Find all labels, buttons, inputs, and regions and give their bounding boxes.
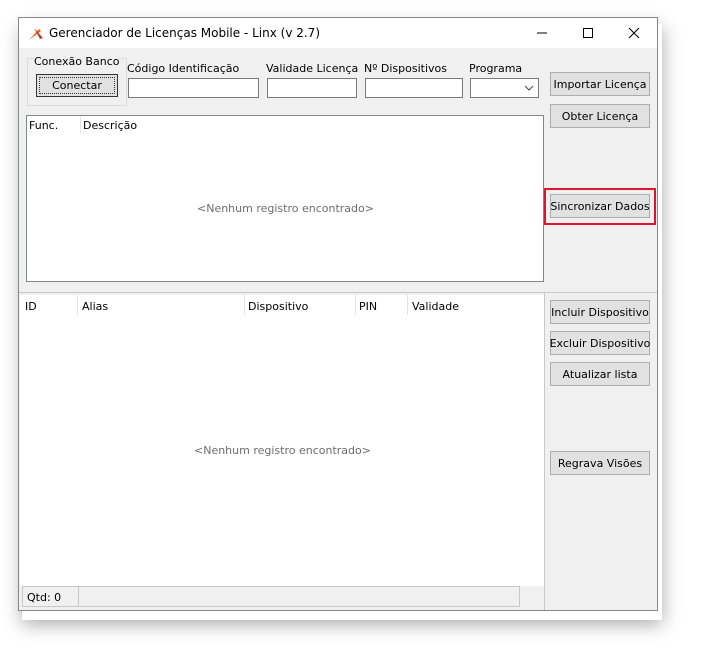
validade-input[interactable]	[267, 78, 357, 98]
excluir-dispositivo-button[interactable]: Excluir Dispositivo	[550, 331, 650, 355]
maximize-icon	[583, 28, 593, 38]
empty-message: <Nenhum registro encontrado>	[197, 202, 374, 215]
chevron-down-icon	[524, 85, 534, 91]
column-header: Func.	[29, 119, 59, 132]
minimize-button[interactable]	[519, 18, 565, 48]
dispositivos-input[interactable]	[365, 78, 463, 98]
codigo-label: Código Identificação	[127, 62, 240, 75]
validade-label: Validade Licença	[266, 62, 359, 75]
column-header: Validade	[412, 300, 459, 313]
splitter	[19, 292, 657, 293]
status-bar: Qtd: 0	[22, 586, 520, 607]
close-icon	[628, 27, 640, 39]
linx-logo-icon	[29, 28, 43, 40]
empty-message: <Nenhum registro encontrado>	[194, 444, 371, 457]
title-bar: Gerenciador de Licenças Mobile - Linx (v…	[19, 18, 657, 48]
column-header: ID	[25, 300, 37, 313]
column-header: Dispositivo	[248, 300, 309, 313]
vertical-divider	[544, 292, 545, 610]
connect-button[interactable]: Conectar	[36, 74, 118, 97]
maximize-button[interactable]	[565, 18, 611, 48]
sincronizar-dados-button[interactable]: Sincronizar Dados	[550, 194, 650, 218]
grid-header: Func. Descrição	[27, 116, 543, 134]
connection-group-label: Conexão Banco	[34, 55, 120, 68]
programa-label: Programa	[469, 62, 523, 75]
column-header: PIN	[359, 300, 378, 313]
minimize-icon	[537, 32, 547, 34]
count-label: Qtd: 0	[27, 591, 62, 604]
codigo-input[interactable]	[128, 78, 259, 98]
importar-licenca-button[interactable]: Importar Licença	[550, 72, 650, 96]
close-button[interactable]	[611, 18, 657, 48]
functions-grid[interactable]: Func. Descrição <Nenhum registro encontr…	[26, 115, 544, 282]
incluir-dispositivo-button[interactable]: Incluir Dispositivo	[550, 300, 650, 324]
dispositivos-label: Nº Dispositivos	[364, 62, 448, 75]
regrava-visoes-button[interactable]: Regrava Visões	[550, 451, 650, 475]
programa-select[interactable]	[470, 78, 539, 98]
devices-grid[interactable]: ID Alias Dispositivo PIN Validade <Nenhu…	[20, 295, 544, 586]
license-manager-window: Gerenciador de Licenças Mobile - Linx (v…	[18, 17, 658, 611]
column-header: Alias	[82, 300, 109, 313]
column-header: Descrição	[83, 119, 138, 132]
atualizar-lista-button[interactable]: Atualizar lista	[550, 362, 650, 386]
obter-licenca-button[interactable]: Obter Licença	[550, 104, 650, 128]
window-title: Gerenciador de Licenças Mobile - Linx (v…	[49, 26, 320, 40]
